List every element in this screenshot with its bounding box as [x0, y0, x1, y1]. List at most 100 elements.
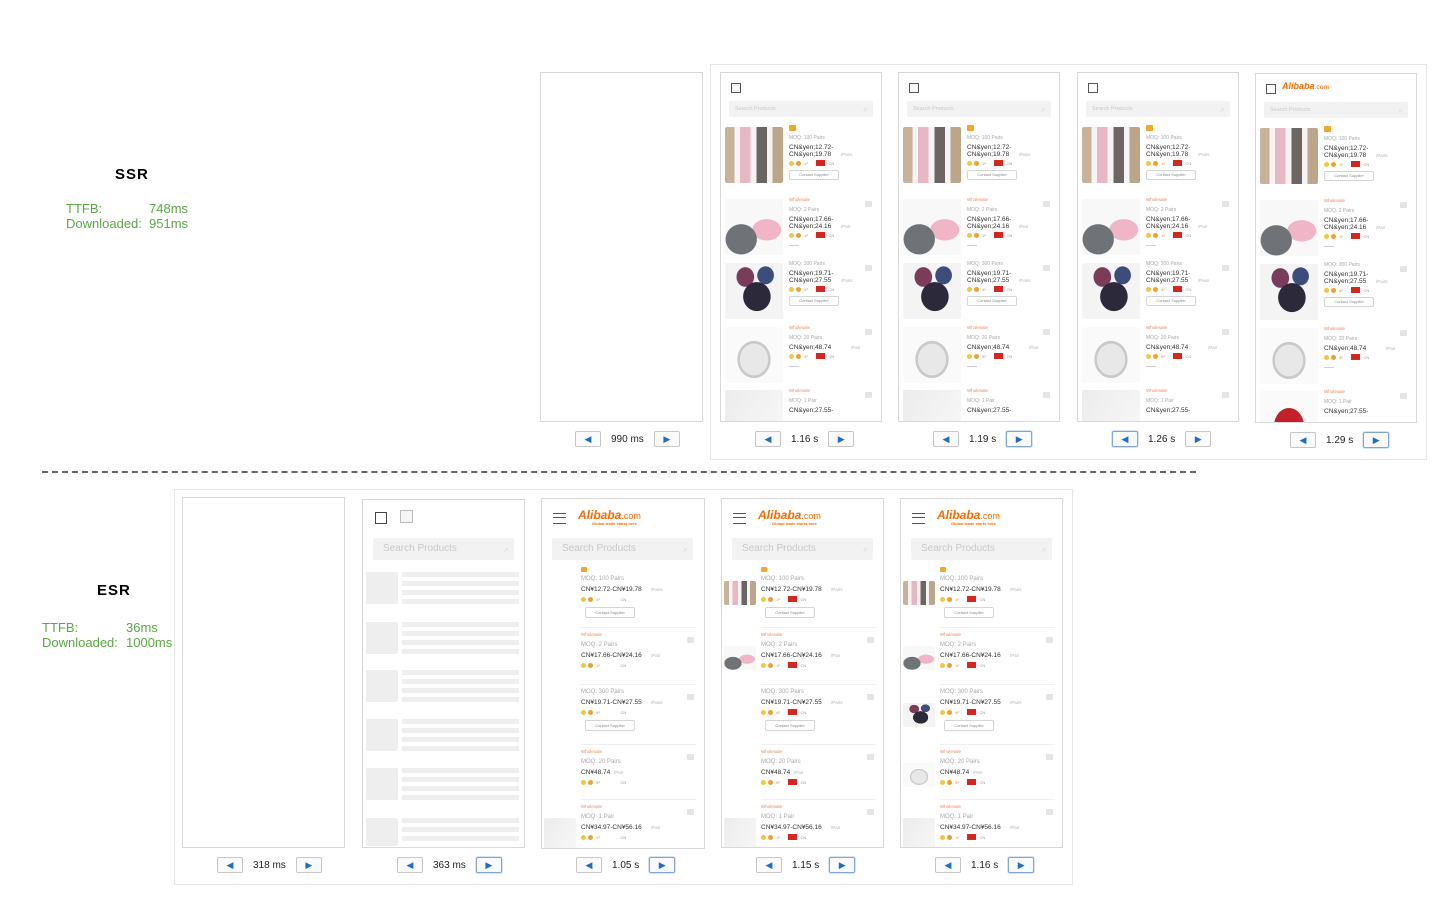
compare-icon[interactable]: [687, 809, 694, 815]
compare-icon[interactable]: [867, 637, 874, 643]
compare-icon[interactable]: [865, 265, 872, 271]
product-image[interactable]: [903, 646, 935, 670]
menu-icon[interactable]: [912, 513, 925, 524]
menu-checkbox[interactable]: [1088, 83, 1098, 93]
prev-frame-button[interactable]: ◀: [397, 857, 423, 873]
product-image[interactable]: [1082, 327, 1140, 383]
product-image[interactable]: [1082, 127, 1140, 183]
product-image[interactable]: [1260, 200, 1318, 256]
product-image[interactable]: [725, 263, 783, 319]
next-frame-button[interactable]: ▶: [1185, 431, 1212, 447]
compare-icon[interactable]: [1043, 201, 1050, 207]
compare-icon[interactable]: [1046, 809, 1053, 815]
product-image[interactable]: [903, 127, 961, 183]
product-image[interactable]: [903, 263, 961, 319]
prev-frame-button[interactable]: ◀: [576, 857, 602, 873]
product-image[interactable]: [724, 646, 756, 670]
search-input[interactable]: Search Products ⌕: [911, 538, 1052, 560]
compare-icon[interactable]: [1046, 637, 1053, 643]
product-image[interactable]: [725, 327, 783, 383]
contact-supplier-button[interactable]: Contact Supplier: [765, 720, 815, 731]
compare-icon[interactable]: [687, 637, 694, 643]
contact-supplier-button[interactable]: Contact Supplier: [944, 607, 994, 618]
contact-supplier-button[interactable]: Contact Supplier: [789, 296, 839, 306]
product-image[interactable]: [903, 581, 935, 605]
compare-icon[interactable]: [1043, 265, 1050, 271]
compare-icon[interactable]: [867, 809, 874, 815]
contact-supplier-button[interactable]: Contact Supplier: [967, 296, 1017, 306]
prev-frame-button[interactable]: ◀: [575, 431, 601, 447]
compare-icon[interactable]: [865, 392, 872, 398]
compare-icon[interactable]: [1400, 393, 1407, 399]
product-image[interactable]: [903, 199, 961, 255]
compare-icon[interactable]: [1046, 694, 1053, 700]
product-image[interactable]: [725, 127, 783, 183]
next-frame-button[interactable]: ▶: [295, 857, 322, 873]
search-input[interactable]: Search Products ⌕: [732, 538, 873, 560]
next-frame-button[interactable]: ▶: [653, 431, 680, 447]
next-frame-button[interactable]: ▶: [829, 857, 856, 873]
prev-frame-button[interactable]: ◀: [756, 857, 782, 873]
product-image[interactable]: [1082, 390, 1140, 421]
product-image[interactable]: [1082, 199, 1140, 255]
product-image[interactable]: [903, 327, 961, 383]
compare-icon[interactable]: [1222, 392, 1229, 398]
product-image[interactable]: [903, 818, 935, 847]
prev-frame-button[interactable]: ◀: [755, 431, 781, 447]
contact-supplier-button[interactable]: Contact Supplier: [1324, 171, 1374, 181]
menu-checkbox[interactable]: [909, 83, 919, 93]
menu-checkbox[interactable]: [1266, 84, 1276, 94]
contact-supplier-button[interactable]: Contact Supplier: [1146, 170, 1196, 180]
product-image[interactable]: [724, 581, 756, 605]
product-image[interactable]: [903, 390, 961, 421]
contact-supplier-button[interactable]: Contact Supplier: [585, 607, 635, 618]
prev-frame-button[interactable]: ◀: [1290, 432, 1316, 448]
menu-icon[interactable]: [733, 513, 746, 524]
compare-icon[interactable]: [1400, 330, 1407, 336]
compare-icon[interactable]: [865, 329, 872, 335]
menu-checkbox[interactable]: [375, 512, 387, 524]
prev-frame-button[interactable]: ◀: [217, 857, 243, 873]
product-image[interactable]: [725, 390, 783, 421]
next-frame-button[interactable]: ▶: [1363, 432, 1390, 448]
contact-supplier-button[interactable]: Contact Supplier: [765, 607, 815, 618]
compare-icon[interactable]: [1222, 265, 1229, 271]
compare-icon[interactable]: [867, 754, 874, 760]
product-image[interactable]: [1260, 328, 1318, 384]
compare-icon[interactable]: [1400, 266, 1407, 272]
product-image[interactable]: [1260, 128, 1318, 184]
compare-icon[interactable]: [867, 694, 874, 700]
next-frame-button[interactable]: ▶: [475, 857, 502, 873]
prev-frame-button[interactable]: ◀: [935, 857, 961, 873]
next-frame-button[interactable]: ▶: [828, 431, 855, 447]
contact-supplier-button[interactable]: Contact Supplier: [789, 170, 839, 180]
product-image[interactable]: [725, 199, 783, 255]
search-input[interactable]: Search Products ⌕: [729, 101, 873, 117]
next-frame-button[interactable]: ▶: [649, 857, 676, 873]
menu-icon[interactable]: [553, 513, 566, 524]
search-input[interactable]: Search Products ⌕: [1086, 101, 1230, 117]
next-frame-button[interactable]: ▶: [1006, 431, 1033, 447]
search-input[interactable]: Search Products ⌕: [1264, 102, 1408, 118]
product-image[interactable]: [544, 818, 576, 848]
compare-icon[interactable]: [1222, 329, 1229, 335]
contact-supplier-button[interactable]: Contact Supplier: [585, 720, 635, 731]
search-input[interactable]: Search Products ⌕: [552, 538, 693, 560]
compare-icon[interactable]: [865, 201, 872, 207]
product-image[interactable]: [1260, 264, 1318, 320]
product-image[interactable]: [724, 818, 756, 847]
next-frame-button[interactable]: ▶: [1008, 857, 1035, 873]
compare-icon[interactable]: [687, 754, 694, 760]
contact-supplier-button[interactable]: Contact Supplier: [1324, 297, 1374, 307]
contact-supplier-button[interactable]: Contact Supplier: [967, 170, 1017, 180]
product-image[interactable]: [1082, 263, 1140, 319]
prev-frame-button[interactable]: ◀: [933, 431, 959, 447]
compare-icon[interactable]: [1043, 392, 1050, 398]
contact-supplier-button[interactable]: Contact Supplier: [1146, 296, 1196, 306]
prev-frame-button[interactable]: ◀: [1112, 431, 1138, 447]
search-input[interactable]: Search Products ⌕: [373, 538, 514, 560]
compare-icon[interactable]: [1043, 329, 1050, 335]
compare-icon[interactable]: [1046, 754, 1053, 760]
product-image[interactable]: [903, 703, 935, 727]
menu-checkbox[interactable]: [731, 83, 741, 93]
